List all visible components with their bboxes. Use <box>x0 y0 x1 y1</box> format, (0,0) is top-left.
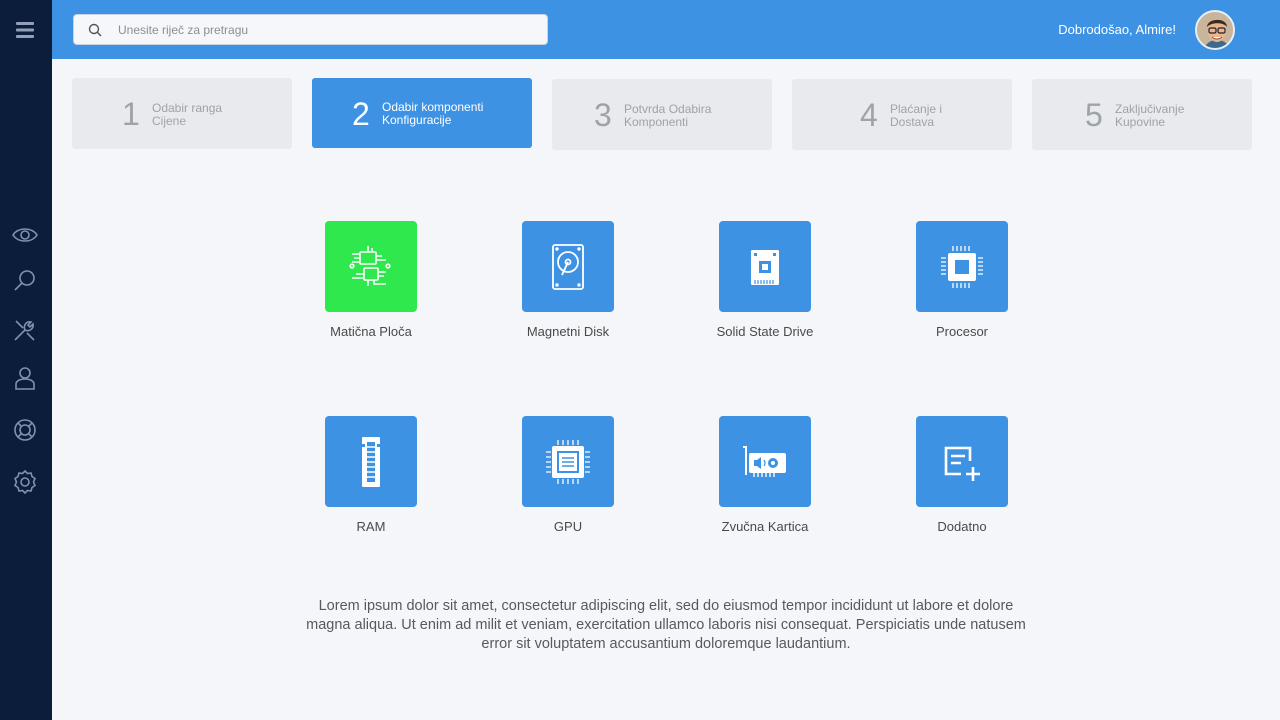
component-label: Dodatno <box>937 519 987 534</box>
menu-icon[interactable] <box>12 17 38 43</box>
search-icon <box>88 23 102 37</box>
tile-box <box>325 221 417 312</box>
tile-box <box>719 221 811 312</box>
step-number: 2 <box>352 96 370 132</box>
step-1[interactable]: 1 Odabir ranga Cijene <box>72 78 292 149</box>
step-label: Plaćanje i Dostava <box>890 102 943 129</box>
component-label: Solid State Drive <box>716 324 814 339</box>
tile-box <box>522 221 614 312</box>
step-4[interactable]: 4 Plaćanje i Dostava <box>792 79 1012 150</box>
component-ram[interactable]: RAM <box>305 416 435 546</box>
search-icon[interactable] <box>11 267 39 295</box>
step-number: 3 <box>594 97 612 133</box>
welcome-text: Dobrodošao, Almire! <box>1058 22 1176 37</box>
component-gpu[interactable]: GPU <box>502 416 632 546</box>
sound-card-icon <box>743 446 786 477</box>
description-text: Lorem ipsum dolor sit amet, consectetur … <box>306 598 1026 652</box>
cpu-icon <box>941 246 983 288</box>
top-bar: Dobrodošao, Almire! <box>52 0 1280 59</box>
tile-box <box>916 221 1008 312</box>
component-label: RAM <box>356 519 386 534</box>
step-number: 4 <box>860 97 878 133</box>
tools-icon[interactable] <box>11 316 39 344</box>
add-list-icon <box>944 446 980 481</box>
hard-disk-icon <box>552 244 584 290</box>
step-2[interactable]: 2 Odabir komponenti Konfiguracije <box>312 78 532 148</box>
lifebuoy-icon[interactable] <box>11 416 39 444</box>
ssd-icon <box>751 250 779 285</box>
step-number: 1 <box>122 96 140 132</box>
component-ssd[interactable]: Solid State Drive <box>699 221 829 351</box>
component-label: GPU <box>553 519 583 534</box>
step-label: Zaključivanje Kupovine <box>1115 102 1185 129</box>
tile-box <box>325 416 417 507</box>
user-icon[interactable] <box>11 364 39 392</box>
gpu-icon <box>546 440 590 484</box>
step-number: 5 <box>1085 97 1103 133</box>
tile-box <box>522 416 614 507</box>
step-label: Odabir komponenti Konfiguracije <box>382 100 484 127</box>
step-label: Odabir ranga Cijene <box>152 101 223 128</box>
sidebar <box>0 0 52 720</box>
gear-icon[interactable] <box>11 468 39 496</box>
step-label: Potvrda Odabira Komponenti <box>624 102 712 129</box>
component-hard-disk[interactable]: Magnetni Disk <box>502 221 632 351</box>
component-label: Matična Ploča <box>330 324 412 339</box>
tile-box <box>719 416 811 507</box>
step-5[interactable]: 5 Zaključivanje Kupovine <box>1032 79 1252 150</box>
step-3[interactable]: 3 Potvrda Odabira Komponenti <box>552 79 772 150</box>
component-processor[interactable]: Procesor <box>896 221 1026 351</box>
component-motherboard[interactable]: Matična Ploča <box>305 221 435 351</box>
component-additional[interactable]: Dodatno <box>896 416 1026 546</box>
eye-icon[interactable] <box>11 221 39 249</box>
avatar[interactable] <box>1195 10 1235 50</box>
tile-box <box>916 416 1008 507</box>
component-label: Zvučna Kartica <box>721 519 809 534</box>
search-input[interactable] <box>118 19 538 41</box>
motherboard-icon <box>349 246 391 286</box>
search-box[interactable] <box>73 14 548 45</box>
ram-icon <box>362 437 380 487</box>
component-sound-card[interactable]: Zvučna Kartica <box>699 416 829 546</box>
component-label: Magnetni Disk <box>526 324 610 339</box>
component-label: Procesor <box>935 324 989 339</box>
